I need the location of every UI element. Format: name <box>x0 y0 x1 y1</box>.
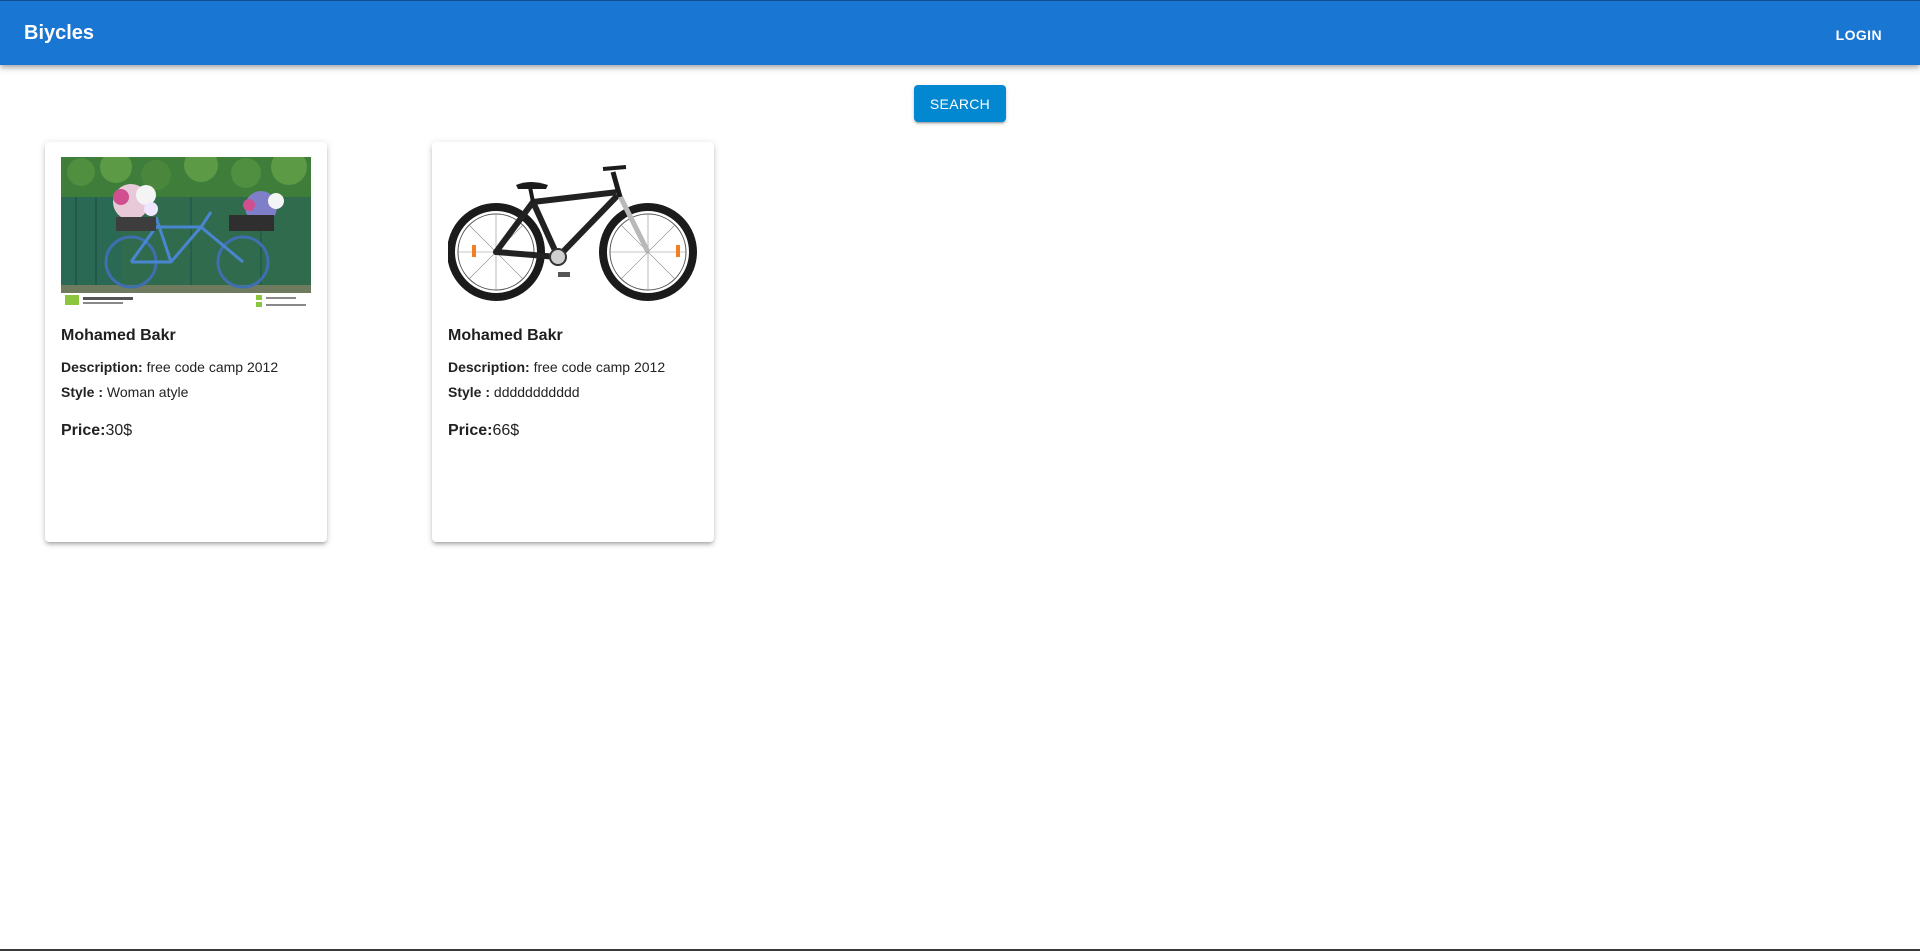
black-bicycle-image <box>448 157 698 307</box>
card-style: Style : ddddddddddd <box>448 384 580 400</box>
bicycle-card[interactable]: Mohamed Bakr Description: free code camp… <box>432 142 714 542</box>
app-bar: Biycles LOGIN <box>0 0 1920 65</box>
price-label: Price: <box>448 422 493 439</box>
search-button[interactable]: SEARCH <box>914 85 1006 122</box>
card-description: Description: free code camp 2012 <box>61 359 278 375</box>
app-title[interactable]: Biycles <box>24 1 94 65</box>
login-button[interactable]: LOGIN <box>1824 17 1894 53</box>
price-label: Price: <box>61 422 106 439</box>
card-description: Description: free code camp 2012 <box>448 359 665 375</box>
bicycle-card[interactable]: Mohamed Bakr Description: free code camp… <box>45 142 327 542</box>
style-value: ddddddddddd <box>493 384 580 400</box>
card-name: Mohamed Bakr <box>448 327 563 344</box>
description-label: Description: <box>61 359 147 375</box>
style-value: Woman atyle <box>106 384 189 400</box>
card-name: Mohamed Bakr <box>61 327 176 344</box>
bicycle-with-flowers-image <box>61 157 311 307</box>
card-price: Price:66$ <box>448 422 519 440</box>
description-value: free code camp 2012 <box>533 359 666 375</box>
price-value: 30$ <box>105 422 133 439</box>
style-label: Style : <box>61 384 107 400</box>
price-value: 66$ <box>492 422 520 439</box>
style-label: Style : <box>448 384 494 400</box>
description-label: Description: <box>448 359 534 375</box>
card-style: Style : Woman atyle <box>61 384 188 400</box>
description-value: free code camp 2012 <box>146 359 279 375</box>
card-price: Price:30$ <box>61 422 132 440</box>
